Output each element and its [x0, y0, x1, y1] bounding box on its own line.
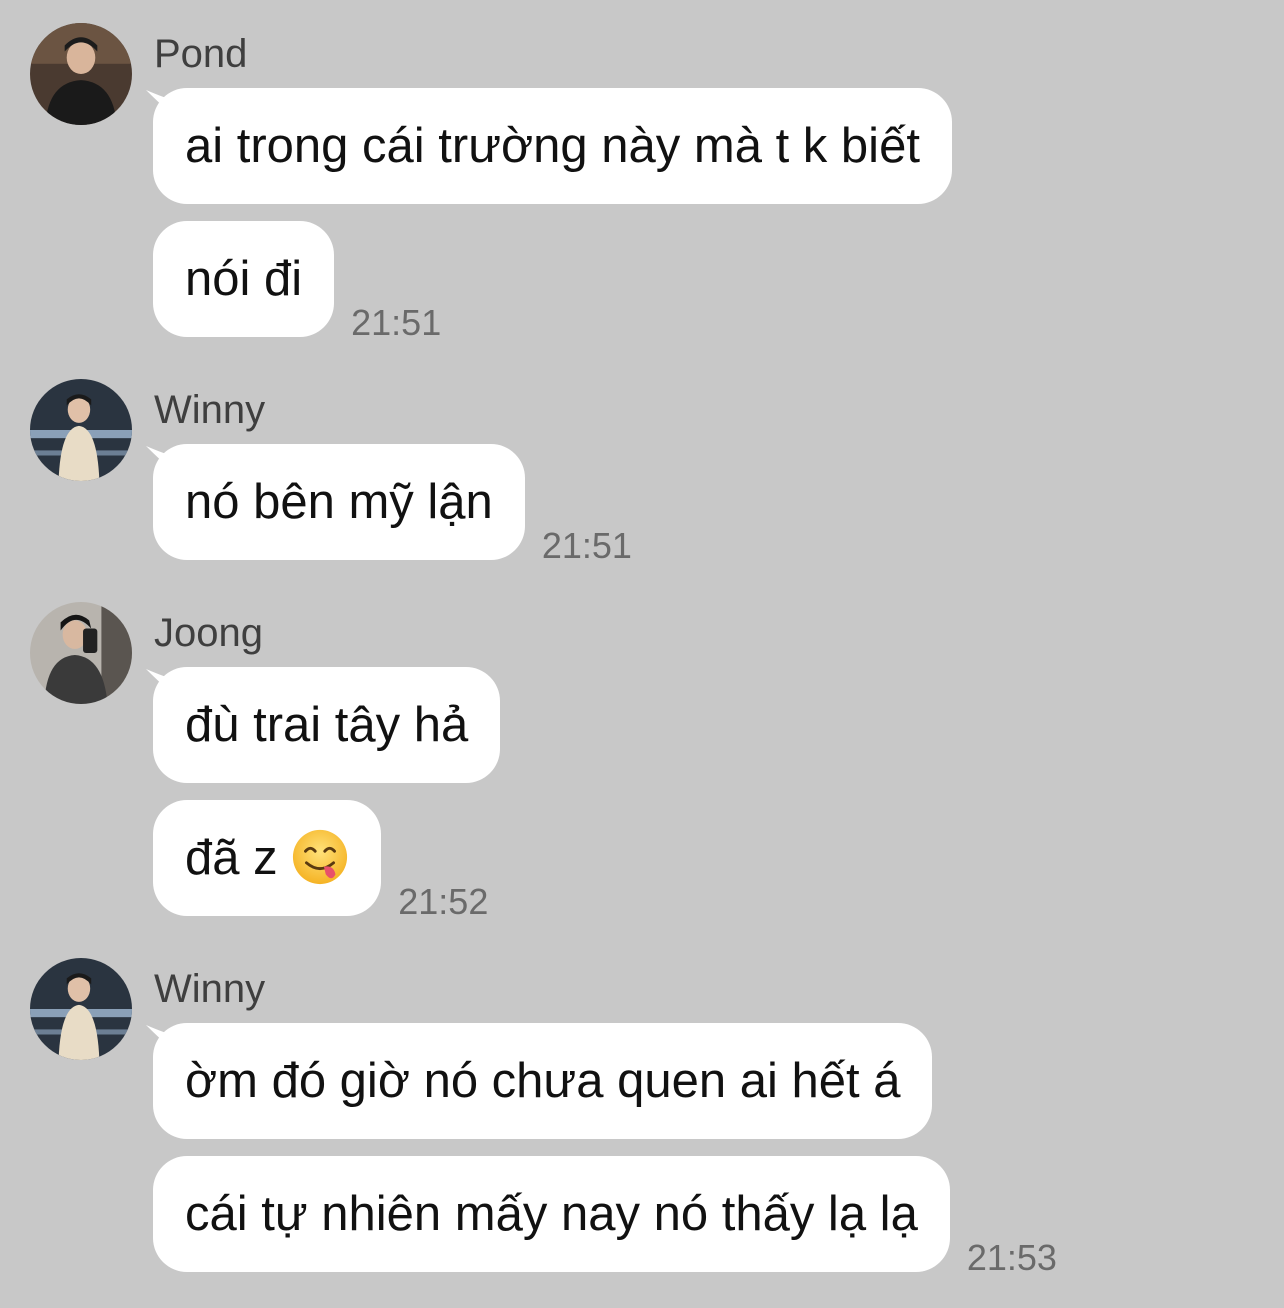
avatar-winny[interactable]	[30, 379, 132, 481]
message-timestamp: 21:53	[966, 1237, 1057, 1278]
message-timestamp: 21:51	[351, 302, 442, 343]
avatar-winny[interactable]	[30, 958, 132, 1060]
message-bubble[interactable]: cái tự nhiên mấy nay nó thấy lạ lạ	[153, 1156, 950, 1272]
message-bubble-with-emoji[interactable]: đã z	[153, 800, 382, 916]
message-bubble[interactable]: ai trong cái trường này mà t k biết	[153, 88, 952, 204]
sender-name: Winny	[154, 967, 266, 1011]
message-bubble[interactable]: ờm đó giờ nó chưa quen ai hết á	[153, 1023, 933, 1139]
face-savoring-food-emoji-icon	[293, 829, 348, 885]
avatar-pond[interactable]	[30, 23, 132, 125]
message-bubble[interactable]: đù trai tây hả	[153, 667, 501, 783]
user-photo-avatar-icon	[30, 23, 132, 125]
message-timestamp: 21:52	[398, 881, 489, 922]
sender-name: Joong	[154, 611, 263, 655]
message-bubble[interactable]: nói đi	[153, 221, 335, 337]
sender-name: Pond	[154, 32, 248, 76]
user-photo-avatar-icon	[30, 958, 132, 1060]
user-photo-avatar-icon	[30, 602, 132, 704]
message-timestamp: 21:51	[541, 525, 632, 566]
message-text: đã z	[185, 831, 278, 885]
avatar-joong[interactable]	[30, 602, 132, 704]
user-photo-avatar-icon	[30, 379, 132, 481]
message-bubble[interactable]: nó bên mỹ lận	[153, 444, 525, 560]
sender-name: Winny	[154, 388, 266, 432]
